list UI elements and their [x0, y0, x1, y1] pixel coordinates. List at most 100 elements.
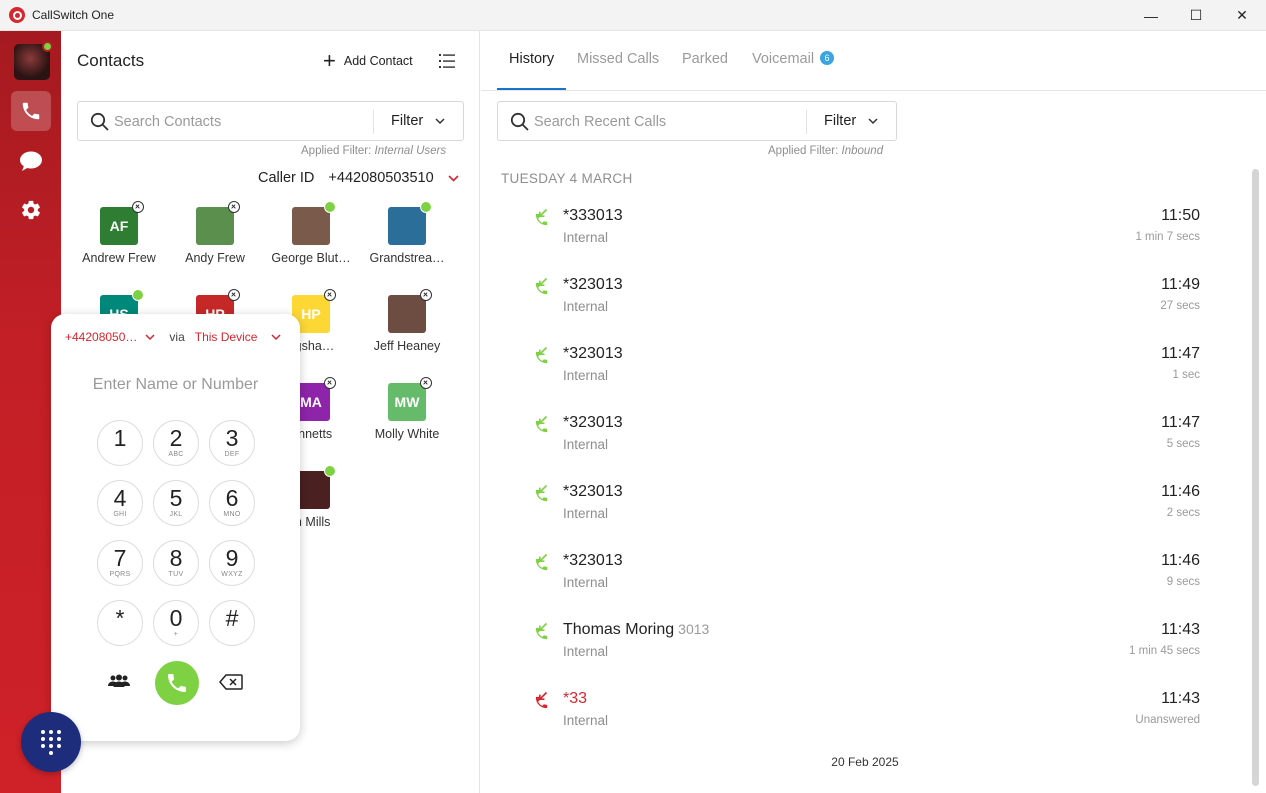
call-duration: 1 min 45 secs	[1129, 645, 1200, 657]
call-time: 11:43	[1161, 690, 1200, 707]
applied-filter-value: Inbound	[841, 145, 884, 157]
tab-parked[interactable]: Parked	[682, 51, 728, 67]
add-contact-button[interactable]: + Add Contact	[323, 48, 413, 73]
dial-key-letters: ABC	[168, 451, 184, 458]
dial-key-letters: JKL	[169, 511, 183, 518]
call-time: 11:46	[1161, 552, 1200, 569]
dial-key-digit: 0	[169, 605, 183, 631]
contacts-group-icon[interactable]	[107, 674, 131, 693]
contact-card[interactable]: AF Andrew Frew	[71, 201, 167, 265]
dialpad-icon	[41, 730, 61, 755]
dial-key[interactable]: #	[209, 600, 255, 646]
backspace-icon[interactable]	[219, 674, 243, 695]
chevron-down-icon	[435, 117, 445, 124]
dial-key[interactable]: 0 +	[153, 600, 199, 646]
presence-busy-icon	[228, 201, 240, 213]
call-duration: 5 secs	[1166, 438, 1200, 450]
presence-online-icon	[132, 289, 144, 301]
presence-online-icon	[324, 465, 336, 477]
dial-key[interactable]: 4 GHI	[97, 480, 143, 526]
call-history-row[interactable]: *323013 Internal 11:46 2 secs	[481, 479, 1221, 548]
contacts-title: Contacts	[77, 51, 145, 70]
call-history-row[interactable]: *323013 Internal 11:49 27 secs	[481, 272, 1221, 341]
tab-voicemail[interactable]: Voicemail 6	[752, 51, 835, 67]
dial-number-input[interactable]: Enter Name or Number	[51, 376, 300, 394]
call-button[interactable]	[155, 661, 199, 705]
contact-card[interactable]: Jeff Heaney	[359, 289, 455, 353]
gear-icon	[22, 200, 40, 220]
nav-chat[interactable]	[11, 141, 51, 181]
dial-key[interactable]: *	[97, 600, 143, 646]
contact-card[interactable]: Andy Frew	[167, 201, 263, 265]
nav-settings[interactable]	[11, 190, 51, 230]
search-calls-input[interactable]: Search Recent Calls	[534, 114, 666, 130]
plus-icon: +	[323, 48, 336, 73]
dial-key[interactable]: 9 WXYZ	[209, 540, 255, 586]
chevron-down-icon[interactable]	[145, 333, 155, 341]
call-history-row[interactable]: *333013 Internal 11:50 1 min 7 secs	[481, 203, 1221, 272]
dial-key[interactable]: 7 PQRS	[97, 540, 143, 586]
call-history-row[interactable]: Thomas Moring 3013 Internal 11:43 1 min 45 s…	[481, 617, 1221, 686]
app-logo-icon	[9, 7, 25, 23]
tab-history[interactable]: History	[509, 51, 554, 67]
incoming-call-icon	[529, 483, 549, 508]
contact-card[interactable]: MW Molly White	[359, 377, 455, 441]
caller-id-selector[interactable]: Caller ID +442080503510	[258, 170, 459, 186]
search-icon	[510, 112, 529, 131]
contact-name: Grandstrea…	[369, 251, 445, 265]
contacts-filter-dropdown[interactable]: Filter	[391, 113, 445, 129]
contact-avatar	[196, 201, 240, 245]
call-duration: 27 secs	[1160, 300, 1200, 312]
voicemail-count-badge: 6	[820, 51, 835, 65]
scrollbar[interactable]	[1252, 169, 1259, 786]
dial-key-digit: 4	[113, 485, 127, 511]
contact-card[interactable]: Grandstrea…	[359, 201, 455, 265]
call-history-row[interactable]: *323013 Internal 11:47 5 secs	[481, 410, 1221, 479]
phone-icon	[22, 102, 40, 120]
divider	[373, 110, 374, 134]
chevron-down-icon[interactable]	[271, 333, 281, 341]
call-type: Internal	[563, 368, 609, 383]
caller-id-label: Caller ID	[258, 170, 315, 186]
dial-key[interactable]: 6 MNO	[209, 480, 255, 526]
call-number: *323013	[563, 276, 627, 294]
dial-key[interactable]: 2 ABC	[153, 420, 199, 466]
minimize-button[interactable]: —	[1128, 0, 1174, 31]
nav-calls[interactable]	[11, 91, 51, 131]
dial-key-letters: MNO	[223, 511, 241, 518]
caller-name: *323013	[563, 414, 623, 431]
active-tab-indicator	[497, 88, 566, 90]
app-title: CallSwitch One	[32, 8, 115, 22]
device-selector[interactable]: This Device	[195, 330, 258, 344]
user-avatar[interactable]	[14, 41, 53, 80]
dialpad-toggle-button[interactable]	[21, 712, 81, 772]
caller-id-value: +442080503510	[328, 170, 434, 186]
contact-card[interactable]: George Blut…	[263, 201, 359, 265]
date-footer: 20 Feb 2025	[831, 755, 899, 769]
call-history-row[interactable]: *323013 Internal 11:47 1 sec	[481, 341, 1221, 410]
presence-online-icon	[42, 41, 53, 52]
list-view-icon[interactable]	[439, 53, 455, 74]
call-time: 11:50	[1161, 207, 1200, 224]
call-type: Internal	[563, 230, 609, 245]
presence-online-icon	[324, 201, 336, 213]
close-button[interactable]: ✕	[1219, 0, 1265, 31]
voicemail-label: Voicemail	[752, 51, 815, 67]
maximize-button[interactable]: ☐	[1173, 0, 1219, 31]
dialer-caller-id[interactable]: +44208050…	[65, 330, 137, 344]
dial-key[interactable]: 5 JKL	[153, 480, 199, 526]
calls-filter-dropdown[interactable]: Filter	[824, 113, 878, 129]
call-history-row[interactable]: *33 Internal 11:43 Unanswered	[481, 686, 1221, 755]
contact-name: Molly White	[374, 427, 440, 441]
dial-key[interactable]: 1	[97, 420, 143, 466]
tab-missed-calls[interactable]: Missed Calls	[577, 51, 659, 67]
add-contact-label: Add Contact	[343, 54, 413, 68]
dial-key[interactable]: 8 TUV	[153, 540, 199, 586]
dial-key[interactable]: 3 DEF	[209, 420, 255, 466]
call-history-row[interactable]: *323013 Internal 11:46 9 secs	[481, 548, 1221, 617]
search-contacts-input[interactable]: Search Contacts	[114, 114, 221, 130]
call-type: Internal	[563, 506, 609, 521]
call-type: Internal	[563, 299, 609, 314]
caller-name: *323013	[563, 552, 623, 569]
dial-key-digit: 9	[225, 545, 239, 571]
